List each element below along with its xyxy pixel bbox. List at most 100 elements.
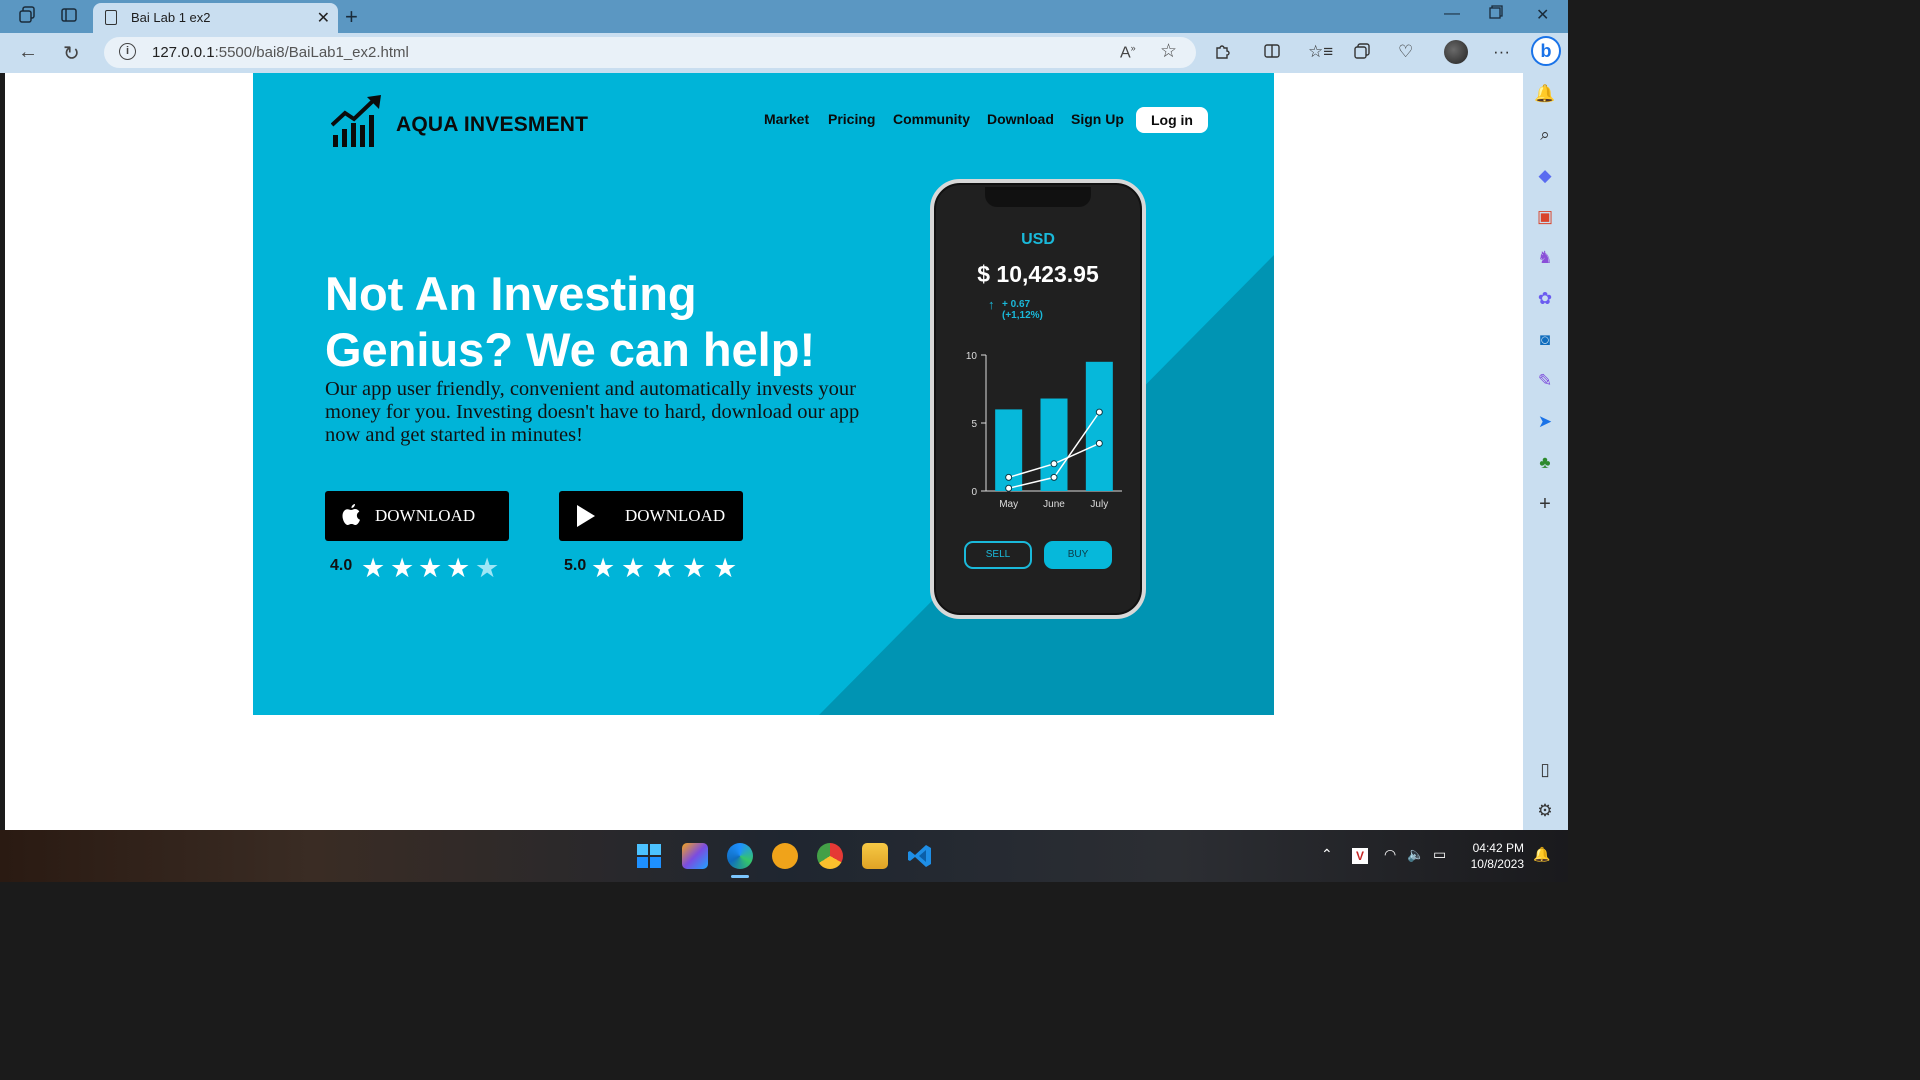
nav-community[interactable]: Community — [893, 111, 970, 127]
close-window-button[interactable]: ✕ — [1536, 5, 1549, 25]
split-screen-icon[interactable] — [1263, 42, 1281, 65]
x-tick-label: June — [1043, 499, 1065, 510]
vivaldi-tray-icon[interactable]: V — [1352, 848, 1368, 864]
send-icon[interactable]: ➤ — [1534, 411, 1556, 433]
extensions-icon[interactable] — [1214, 42, 1232, 65]
page-icon — [105, 10, 117, 25]
google-play-download-button[interactable]: DOWNLOAD — [559, 491, 743, 541]
favorite-star-icon[interactable]: ☆ — [1160, 40, 1177, 63]
battery-icon[interactable]: ▭ — [1433, 846, 1446, 863]
xampp-icon[interactable] — [772, 843, 798, 869]
restore-button[interactable] — [1489, 5, 1503, 24]
add-sidebar-app-icon[interactable]: + — [1534, 493, 1556, 515]
chrome-icon[interactable] — [817, 843, 843, 869]
x-tick-label: May — [999, 499, 1018, 510]
copilot-preview-app-icon[interactable] — [682, 843, 708, 869]
microsoft-365-icon[interactable]: ✿ — [1534, 288, 1556, 310]
phone-bar-chart: 10 5 0 May June July — [966, 351, 1122, 510]
nav-market[interactable]: Market — [764, 111, 809, 127]
minimize-button[interactable]: — — [1444, 5, 1460, 23]
headline-line-1: Not An Investing — [325, 267, 697, 320]
half-star-icon: ★ — [475, 553, 500, 583]
browser-essentials-icon[interactable]: ♡ — [1398, 42, 1413, 62]
star-icon: ★ — [361, 553, 386, 583]
star-icon: ★ — [418, 553, 443, 583]
active-app-indicator — [731, 875, 749, 878]
series-point — [1050, 460, 1058, 468]
nav-pricing[interactable]: Pricing — [828, 111, 875, 127]
games-icon[interactable]: ♞ — [1534, 247, 1556, 269]
browser-title-bar: Bai Lab 1 ex2 ✕ + — ✕ — [0, 0, 1568, 33]
copilot-icon[interactable]: b — [1531, 36, 1561, 66]
tab-actions-icon[interactable] — [58, 6, 80, 28]
tree-icon[interactable]: ♣ — [1534, 452, 1556, 474]
profile-avatar[interactable] — [1444, 40, 1468, 64]
url-bar[interactable]: i 127.0.0.1:5500/bai8/BaiLab1_ex2.html A… — [104, 37, 1196, 68]
phone-currency: USD — [1021, 231, 1055, 248]
hero-headline: Not An Investing Genius? We can help! — [325, 266, 885, 378]
edge-taskbar-icon[interactable] — [727, 843, 753, 869]
hide-sidebar-icon[interactable]: ▯ — [1534, 759, 1556, 781]
file-explorer-icon[interactable] — [862, 843, 888, 869]
phone-mockup: USD $ 10,423.95 ↑ + 0.67 (+1,12%) 10 5 0 Ma… — [930, 179, 1146, 619]
notification-bell-icon[interactable]: 🔔 — [1534, 83, 1556, 105]
favorites-icon[interactable]: ☆≡ — [1308, 42, 1333, 62]
app-store-download-button[interactable]: DOWNLOAD — [325, 491, 509, 541]
hero-section: AQUA INVESMENT Market Pricing Community … — [253, 73, 1274, 715]
series-point — [1095, 439, 1103, 447]
url-text[interactable]: 127.0.0.1:5500/bai8/BaiLab1_ex2.html — [152, 44, 409, 61]
nav-download[interactable]: Download — [987, 111, 1054, 127]
up-arrow-icon: ↑ — [988, 297, 995, 312]
windows-start-icon[interactable] — [636, 843, 662, 869]
page-viewport: AQUA INVESMENT Market Pricing Community … — [5, 73, 1523, 830]
outlook-icon[interactable]: ◙ — [1534, 329, 1556, 351]
search-icon[interactable]: ⌕ — [1534, 124, 1556, 146]
notifications-bell-icon[interactable]: 🔔 — [1533, 846, 1550, 863]
star-icon: ★ — [621, 553, 646, 583]
windows-taskbar: ⌃ V ◠ 🔈 ▭ 04:42 PM 10/8/2023 🔔 — [0, 830, 1568, 882]
brand-name[interactable]: AQUA INVESMENT — [396, 113, 588, 137]
star-icon: ★ — [591, 553, 616, 583]
refresh-icon[interactable]: ↻ — [63, 41, 80, 66]
address-toolbar: ← ↻ i 127.0.0.1:5500/bai8/BaiLab1_ex2.ht… — [0, 33, 1568, 73]
nav-sign-up[interactable]: Sign Up — [1071, 111, 1124, 127]
show-hidden-icons[interactable]: ⌃ — [1321, 846, 1333, 863]
app-store-rating-value: 4.0 — [330, 557, 353, 574]
volume-icon[interactable]: 🔈 — [1407, 846, 1424, 863]
play-icon — [577, 505, 595, 527]
google-play-rating-value: 5.0 — [564, 557, 587, 574]
collections-icon[interactable] — [1353, 42, 1371, 65]
series-point — [1050, 473, 1058, 481]
workspaces-icon[interactable] — [16, 6, 38, 28]
more-options-icon[interactable]: ··· — [1493, 42, 1510, 62]
back-icon[interactable]: ← — [18, 41, 38, 64]
phone-notch — [985, 187, 1091, 207]
shopping-tag-icon[interactable]: ◆ — [1534, 165, 1556, 187]
system-clock[interactable]: 04:42 PM 10/8/2023 — [1462, 840, 1524, 872]
browser-tab[interactable]: Bai Lab 1 ex2 ✕ — [93, 3, 338, 33]
logo-chart-icon — [331, 95, 381, 147]
login-button[interactable]: Log in — [1136, 107, 1208, 133]
star-icon: ★ — [713, 553, 738, 583]
phone-change: + 0.67 (+1,12%) — [1002, 299, 1043, 321]
y-tick-label: 0 — [971, 487, 977, 498]
star-icon: ★ — [446, 553, 471, 583]
new-tab-button[interactable]: + — [345, 4, 358, 30]
sell-button[interactable]: SELL — [964, 541, 1032, 569]
read-aloud-icon[interactable]: A» — [1120, 43, 1136, 62]
series-point — [1005, 484, 1013, 492]
site-info-icon[interactable]: i — [119, 43, 136, 60]
tools-icon[interactable]: ▣ — [1534, 206, 1556, 228]
close-tab-icon[interactable]: ✕ — [317, 8, 330, 28]
sidebar-settings-icon[interactable]: ⚙ — [1534, 800, 1556, 822]
app-store-download-label: DOWNLOAD — [375, 506, 476, 525]
buy-button[interactable]: BUY — [1044, 541, 1112, 569]
designer-icon[interactable]: ✎ — [1534, 370, 1556, 392]
series-point — [1005, 473, 1013, 481]
vscode-icon[interactable] — [907, 843, 933, 869]
star-icon: ★ — [682, 553, 707, 583]
wifi-icon[interactable]: ◠ — [1384, 846, 1396, 863]
google-play-download-label: DOWNLOAD — [625, 506, 726, 525]
edge-sidebar: 🔔 ⌕ ◆ ▣ ♞ ✿ ◙ ✎ ➤ ♣ + ▯ ⚙ — [1523, 73, 1568, 830]
hero-description: Our app user friendly, convenient and au… — [325, 378, 860, 446]
